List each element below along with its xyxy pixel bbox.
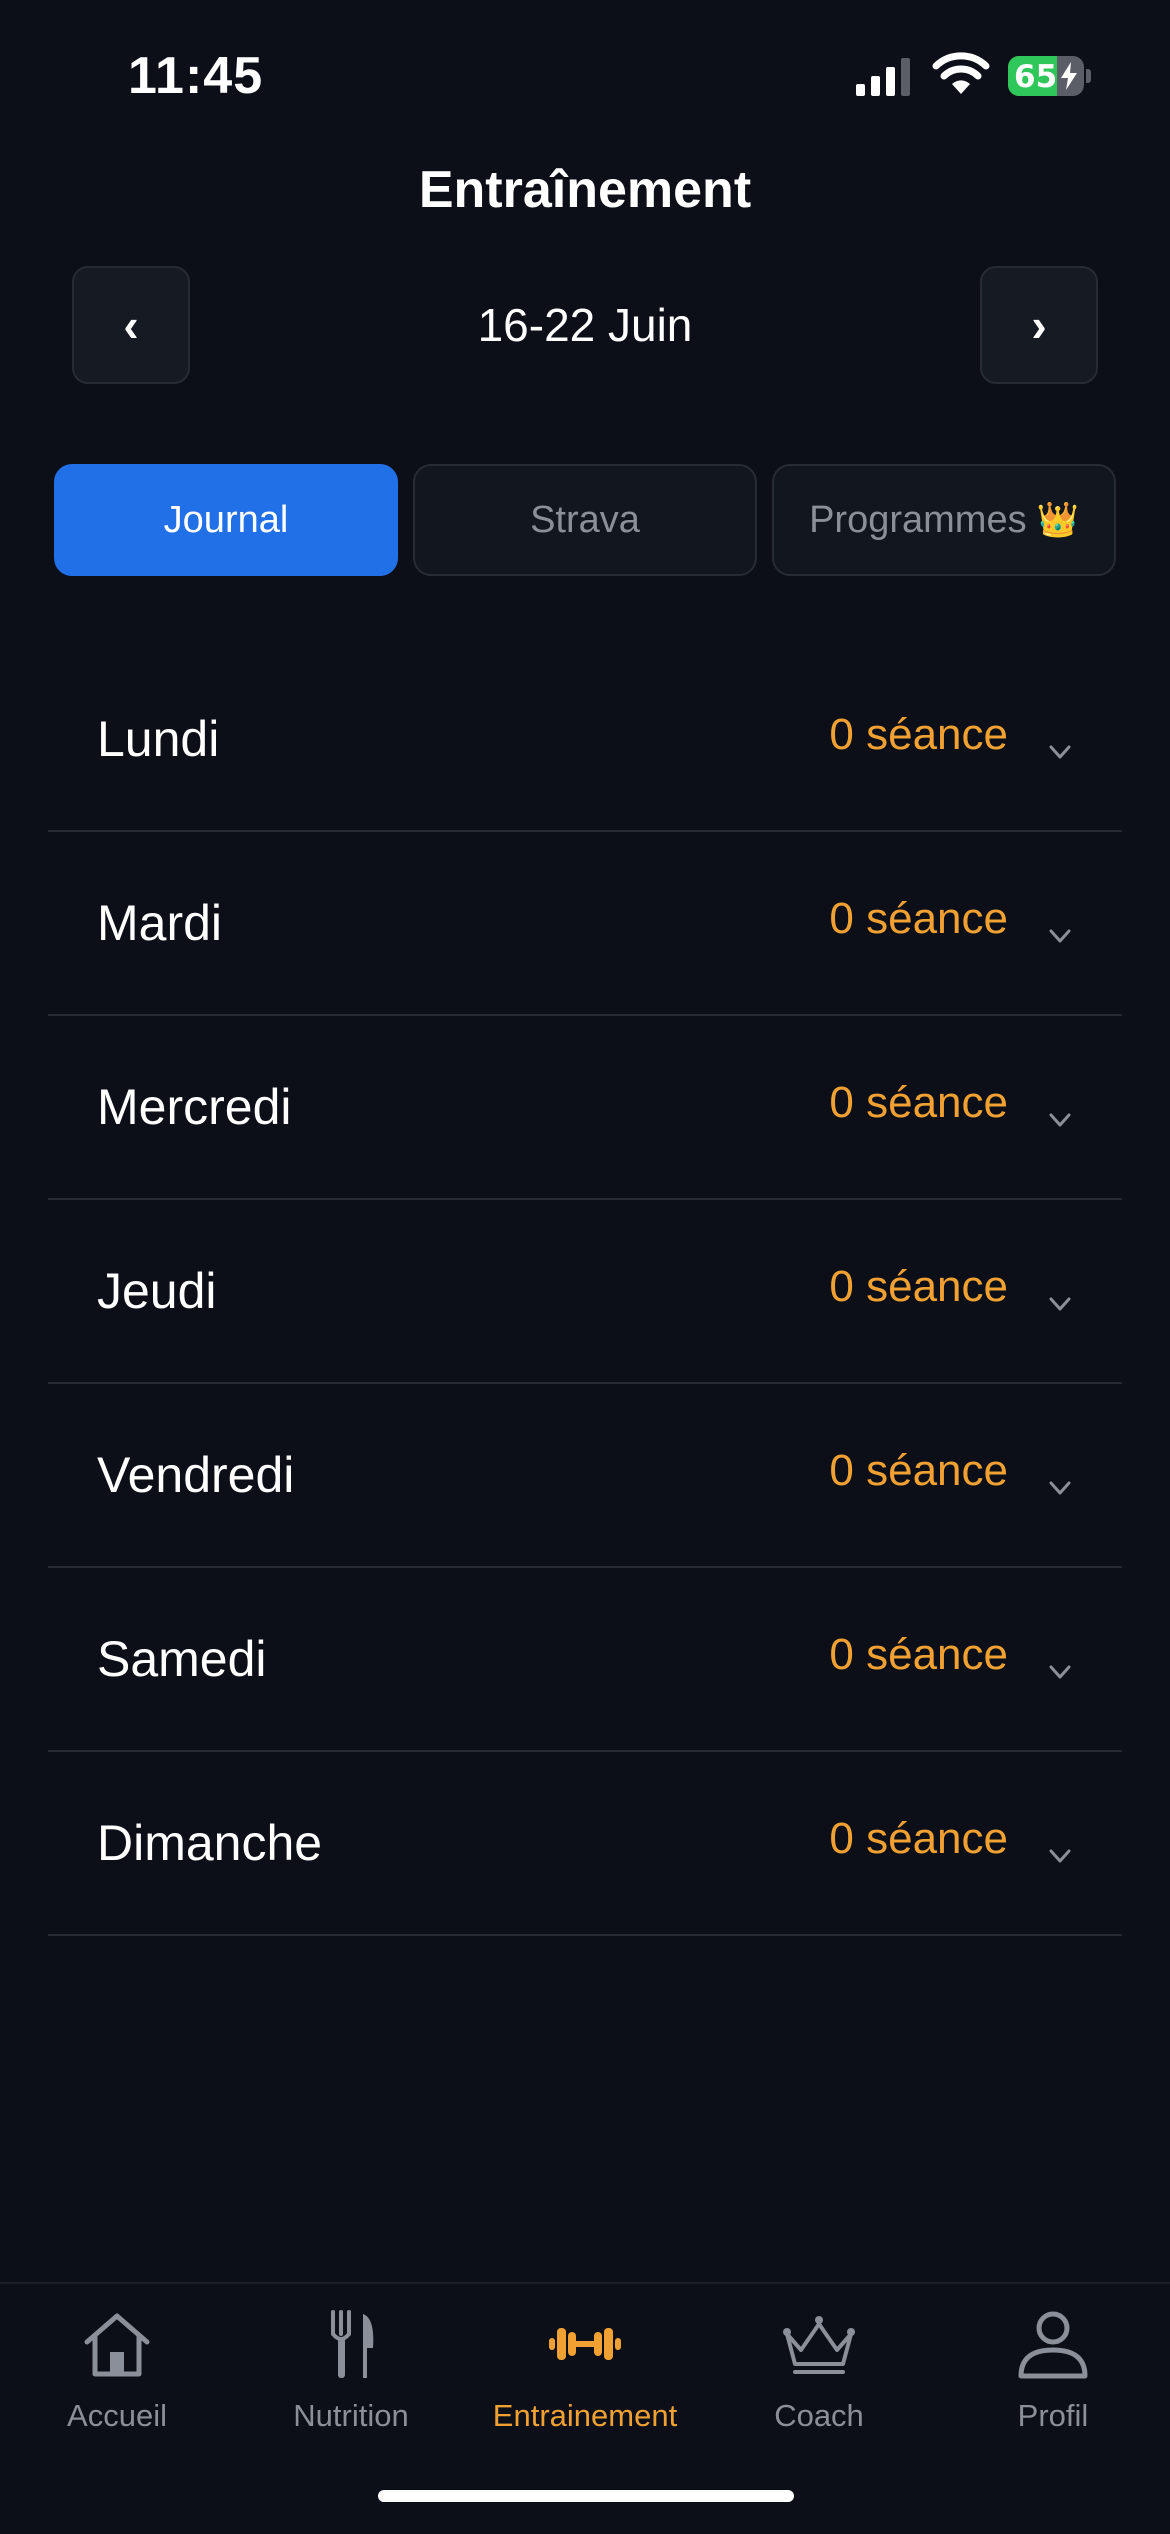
day-row-mercredi[interactable]: Mercredi 0 séance [48,1016,1122,1200]
wifi-icon [932,52,990,94]
dumbbell-icon [549,2328,621,2360]
day-row-vendredi[interactable]: Vendredi 0 séance [48,1384,1122,1568]
day-name: Jeudi [97,1263,217,1319]
day-name: Mardi [97,895,223,951]
session-count: 0 séance [829,710,1008,759]
nav-item-coach[interactable]: Coach [702,2304,936,2454]
status-bar: 11:45 65 [0,0,1170,150]
chevron-down-icon [1049,745,1071,759]
tab-label: Journal [163,498,289,541]
home-icon [84,2313,150,2377]
chevron-down-icon [1049,1481,1071,1495]
nav-label: Nutrition [293,2398,409,2433]
nav-label: Accueil [67,2398,167,2433]
nav-label: Profil [1017,2398,1089,2433]
nav-item-accueil[interactable]: Accueil [0,2304,234,2454]
session-count: 0 séance [829,1446,1008,1495]
battery-level-text: 65 [1014,59,1058,95]
page-title: Entraînement [418,161,752,219]
chevron-down-icon [1049,1297,1071,1311]
crown-emoji-icon: 👑 [1036,501,1079,539]
week-navigator: ‹ 16-22 Juin › [0,266,1170,384]
day-row-dimanche[interactable]: Dimanche 0 séance [48,1752,1122,1936]
tab-strava[interactable]: Strava [413,464,757,576]
session-count: 0 séance [829,894,1008,943]
tab-journal[interactable]: Journal [54,464,398,576]
cellular-signal-icon [856,58,910,96]
chevron-down-icon [1049,929,1071,943]
nav-label: Coach [774,2398,864,2433]
person-icon [1018,2311,1088,2379]
day-row-samedi[interactable]: Samedi 0 séance [48,1568,1122,1752]
session-count: 0 séance [829,1078,1008,1127]
charging-bolt-icon [1061,62,1077,90]
session-count: 0 séance [829,1814,1008,1863]
day-name: Lundi [97,711,220,767]
tab-label: Strava [530,498,640,541]
home-indicator[interactable] [378,2490,794,2502]
battery-indicator: 65 [1008,56,1091,96]
next-week-button[interactable]: › [980,266,1098,384]
day-name: Samedi [97,1631,267,1687]
fork-knife-icon [331,2310,374,2378]
tab-label: Programmes [809,498,1027,541]
chevron-down-icon [1049,1849,1071,1863]
day-list: Lundi 0 séance Mardi 0 séance Mercredi 0… [48,648,1122,1936]
day-name: Dimanche [97,1815,323,1871]
day-row-lundi[interactable]: Lundi 0 séance [48,648,1122,832]
previous-week-button[interactable]: ‹ [72,266,190,384]
chevron-down-icon [1049,1665,1071,1679]
status-time: 11:45 [128,47,264,105]
session-count: 0 séance [829,1630,1008,1679]
crown-icon [783,2316,855,2374]
week-range-label: 16-22 Juin [477,299,693,351]
nav-item-entrainement[interactable]: Entrainement [468,2304,702,2454]
chevron-down-icon [1049,1113,1071,1127]
session-count: 0 séance [829,1262,1008,1311]
nav-item-profil[interactable]: Profil [936,2304,1170,2454]
nav-label: Entrainement [492,2398,678,2433]
nav-item-nutrition[interactable]: Nutrition [234,2304,468,2454]
tab-programmes[interactable]: Programmes 👑 [772,464,1116,576]
day-name: Vendredi [97,1447,295,1503]
day-row-mardi[interactable]: Mardi 0 séance [48,832,1122,1016]
segmented-tabs: Journal Strava Programmes 👑 [54,464,1116,576]
day-name: Mercredi [97,1079,292,1135]
day-row-jeudi[interactable]: Jeudi 0 séance [48,1200,1122,1384]
